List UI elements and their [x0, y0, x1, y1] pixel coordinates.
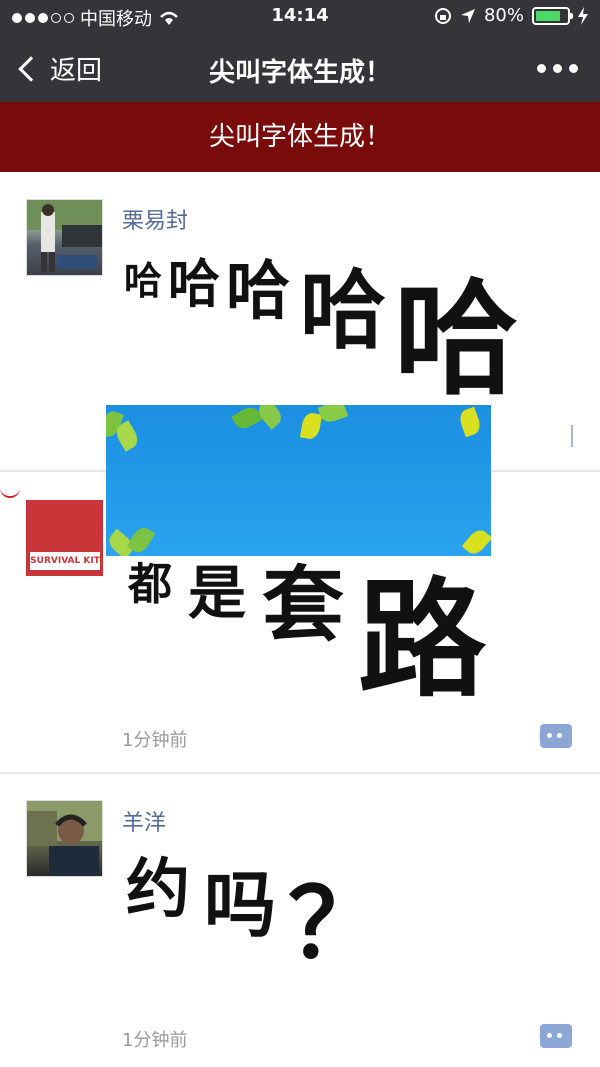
scream-char: 哈	[168, 255, 221, 315]
top-bar: 中国移动 14:14 80% 返回 尖叫字体生成！	[0, 0, 600, 102]
avatar[interactable]	[26, 199, 103, 276]
scream-char: 是	[188, 559, 247, 627]
banner: 尖叫字体生成！	[0, 102, 600, 172]
comment-icon[interactable]	[539, 1024, 572, 1048]
leaf-decoration	[299, 411, 323, 441]
scream-char: 哈	[300, 261, 386, 361]
avatar-photo	[27, 200, 102, 272]
page-title: 尖叫字体生成！	[208, 58, 391, 88]
scream-char: 哈	[394, 268, 519, 412]
more-dots-icon[interactable]	[537, 64, 578, 73]
leaf-decoration	[457, 406, 483, 438]
scroll-indicator	[571, 425, 573, 447]
leaf-decoration	[461, 526, 491, 556]
scream-char: 路	[358, 566, 487, 715]
charging-bolt-icon	[578, 6, 588, 25]
scream-char: 约	[126, 853, 190, 927]
scream-char: 哈	[226, 255, 290, 329]
scream-char: 吗	[204, 863, 277, 947]
battery-icon	[532, 6, 573, 25]
comment-icon[interactable]	[539, 724, 572, 748]
avatar[interactable]: SURVIVAL KIT	[26, 500, 103, 576]
status-bar: 中国移动 14:14 80%	[0, 0, 600, 32]
post-divider	[0, 772, 600, 774]
post-timestamp: 1分钟前	[122, 730, 188, 751]
status-right: 80%	[434, 5, 588, 26]
post-username[interactable]: 羊洋	[122, 805, 166, 837]
scream-char: ？	[288, 868, 384, 980]
leaf-decoration	[317, 405, 349, 425]
avatar-photo	[27, 801, 102, 876]
rotation-lock-icon	[434, 7, 451, 24]
ad-banner[interactable]	[106, 405, 491, 556]
battery-percent: 80%	[483, 5, 524, 26]
nav-bar: 返回 尖叫字体生成！	[0, 36, 600, 102]
red-mark	[0, 488, 20, 498]
avatar-logo: SURVIVAL KIT	[30, 552, 100, 570]
location-arrow-icon	[460, 8, 475, 23]
scream-char: 都	[128, 559, 172, 610]
scream-char: 哈	[124, 259, 163, 303]
avatar[interactable]	[26, 800, 103, 877]
post-username[interactable]: 栗易封	[122, 203, 188, 235]
battery-fill	[536, 10, 560, 21]
post-timestamp: 1分钟前	[122, 1030, 188, 1051]
